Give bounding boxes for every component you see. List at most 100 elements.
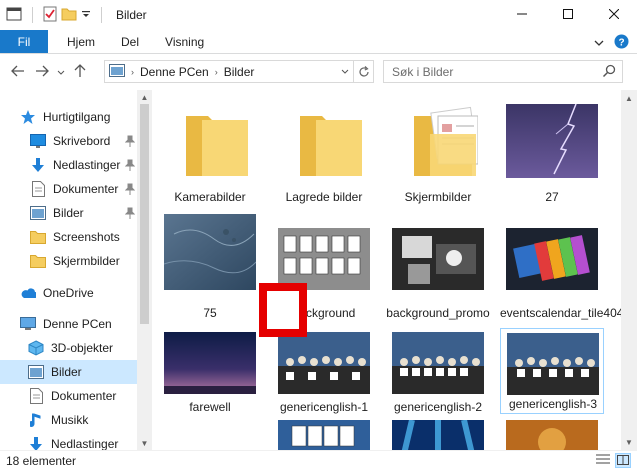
search-icon	[602, 64, 616, 81]
star-icon	[20, 109, 36, 125]
image-thumbnail	[162, 332, 258, 394]
address-dropdown-icon[interactable]	[337, 61, 353, 82]
maximize-icon	[563, 8, 573, 22]
pin-icon[interactable]	[124, 159, 136, 174]
image-thumbnail	[504, 420, 600, 450]
nav-label: Skjermbilder	[53, 254, 120, 268]
image-thumbnail	[390, 332, 486, 394]
file-item-kamerabilder[interactable]: Kamerabilder	[158, 90, 262, 204]
nav-item-skjermbilder[interactable]: Skjermbilder	[30, 249, 137, 273]
download-icon	[30, 157, 46, 173]
refresh-icon[interactable]	[353, 61, 373, 82]
breadcrumb-pictures[interactable]: Bilder	[224, 65, 255, 79]
highlight-box	[259, 283, 307, 337]
file-item-27[interactable]: 27	[500, 90, 604, 204]
pin-icon[interactable]	[124, 183, 136, 198]
customize-toolbar-icon[interactable]	[81, 8, 91, 22]
folder-icon	[30, 229, 46, 245]
file-item-skjermbilder[interactable]: Skjermbilder	[386, 90, 490, 204]
navigation-bar: › Denne PCen › Bilder Søk i Bilder	[0, 55, 637, 89]
file-item-partial-1[interactable]	[272, 416, 376, 450]
document-icon	[28, 388, 44, 404]
file-item-lagrede-bilder[interactable]: Lagrede bilder	[272, 90, 376, 204]
tab-home[interactable]: Hjem	[54, 30, 108, 53]
image-thumbnail	[276, 420, 372, 450]
nav-item-pictures-quick[interactable]: Bilder	[30, 201, 137, 225]
folder-documents-thumbnail	[390, 94, 486, 178]
nav-item-documents-pc[interactable]: Dokumenter	[28, 384, 137, 408]
window-title: Bilder	[116, 8, 147, 22]
breadcrumb-separator-icon: ›	[131, 66, 134, 77]
properties-icon[interactable]	[43, 6, 57, 25]
nav-label: Bilder	[53, 206, 84, 220]
tab-file[interactable]: Fil	[0, 30, 48, 53]
help-icon[interactable]: ?	[614, 34, 629, 52]
nav-item-downloads-pc[interactable]: Nedlastinger	[28, 432, 137, 450]
file-label: genericenglish-3	[508, 397, 598, 411]
nav-item-music[interactable]: Musikk	[28, 408, 137, 432]
close-button[interactable]	[591, 0, 637, 30]
pictures-icon	[30, 205, 46, 221]
nav-label: Dokumenter	[53, 182, 119, 196]
maximize-button[interactable]	[545, 0, 591, 30]
cloud-icon	[20, 285, 36, 301]
scroll-up-icon[interactable]: ▲	[137, 90, 152, 104]
minimize-button[interactable]	[499, 0, 545, 30]
breadcrumb-separator-icon: ›	[214, 66, 218, 77]
details-view-button[interactable]	[595, 453, 611, 468]
pictures-location-icon	[109, 63, 125, 80]
nav-label: OneDrive	[43, 286, 94, 300]
arrow-up-icon	[74, 63, 86, 81]
nav-item-screenshots[interactable]: Screenshots	[30, 225, 137, 249]
nav-label: Nedlastinger	[51, 437, 119, 450]
computer-icon	[20, 316, 36, 332]
search-input[interactable]: Søk i Bilder	[383, 60, 623, 83]
file-item-genericenglish-3[interactable]: genericenglish-3	[500, 328, 604, 414]
large-icons-view-icon	[617, 454, 629, 468]
large-icons-view-button[interactable]	[615, 453, 631, 468]
title-bar: Bilder	[0, 0, 637, 30]
scroll-up-icon[interactable]: ▲	[621, 90, 637, 106]
folder-icon	[30, 253, 46, 269]
new-folder-icon[interactable]	[61, 7, 77, 24]
nav-item-3d-objects[interactable]: 3D-objekter	[28, 336, 137, 360]
file-item-partial-3[interactable]	[500, 416, 604, 450]
file-label: genericenglish-2	[393, 400, 483, 414]
file-item-partial-2[interactable]	[386, 416, 490, 450]
up-button[interactable]	[68, 60, 92, 84]
recent-locations-button[interactable]	[54, 60, 68, 84]
nav-item-desktop[interactable]: Skrivebord	[30, 129, 137, 153]
scroll-down-icon[interactable]: ▼	[137, 436, 152, 450]
tab-view[interactable]: Visning	[152, 30, 217, 53]
nav-scrollbar[interactable]: ▲ ▼	[137, 90, 152, 450]
explorer-icon[interactable]	[6, 7, 22, 24]
nav-label: Skrivebord	[53, 134, 111, 148]
pin-icon[interactable]	[124, 207, 136, 222]
content-scrollbar[interactable]: ▲ ▼	[621, 90, 637, 450]
file-item-background-promo[interactable]: background_promo	[386, 206, 490, 320]
nav-item-this-pc[interactable]: Denne PCen	[20, 312, 152, 336]
file-item-farewell[interactable]: farewell	[158, 322, 262, 432]
nav-item-quick-access[interactable]: Hurtigtilgang	[20, 105, 152, 129]
address-bar[interactable]: › Denne PCen › Bilder	[104, 60, 374, 83]
scroll-down-icon[interactable]: ▼	[621, 434, 637, 450]
nav-scroll-thumb[interactable]	[140, 104, 149, 324]
forward-button[interactable]	[30, 60, 54, 84]
breadcrumb-this-pc[interactable]: Denne PCen	[140, 65, 209, 79]
nav-label: Screenshots	[53, 230, 120, 244]
expand-ribbon-icon[interactable]	[594, 36, 604, 50]
desktop-icon	[30, 133, 46, 149]
back-button[interactable]	[6, 60, 30, 84]
tab-share[interactable]: Del	[108, 30, 152, 53]
nav-item-onedrive[interactable]: OneDrive	[20, 281, 152, 305]
nav-item-pictures[interactable]: Bilder	[0, 360, 137, 384]
arrow-left-icon	[11, 65, 25, 80]
file-item-75[interactable]: 75	[158, 206, 262, 320]
nav-item-downloads[interactable]: Nedlastinger	[30, 153, 137, 177]
nav-item-documents[interactable]: Dokumenter	[30, 177, 137, 201]
image-thumbnail	[504, 228, 600, 290]
file-label: Kamerabilder	[174, 190, 246, 204]
file-item-eventscalendar[interactable]: eventscalendar_tile404_back	[500, 206, 621, 320]
file-label: Lagrede bilder	[285, 190, 363, 204]
pin-icon[interactable]	[124, 135, 136, 150]
